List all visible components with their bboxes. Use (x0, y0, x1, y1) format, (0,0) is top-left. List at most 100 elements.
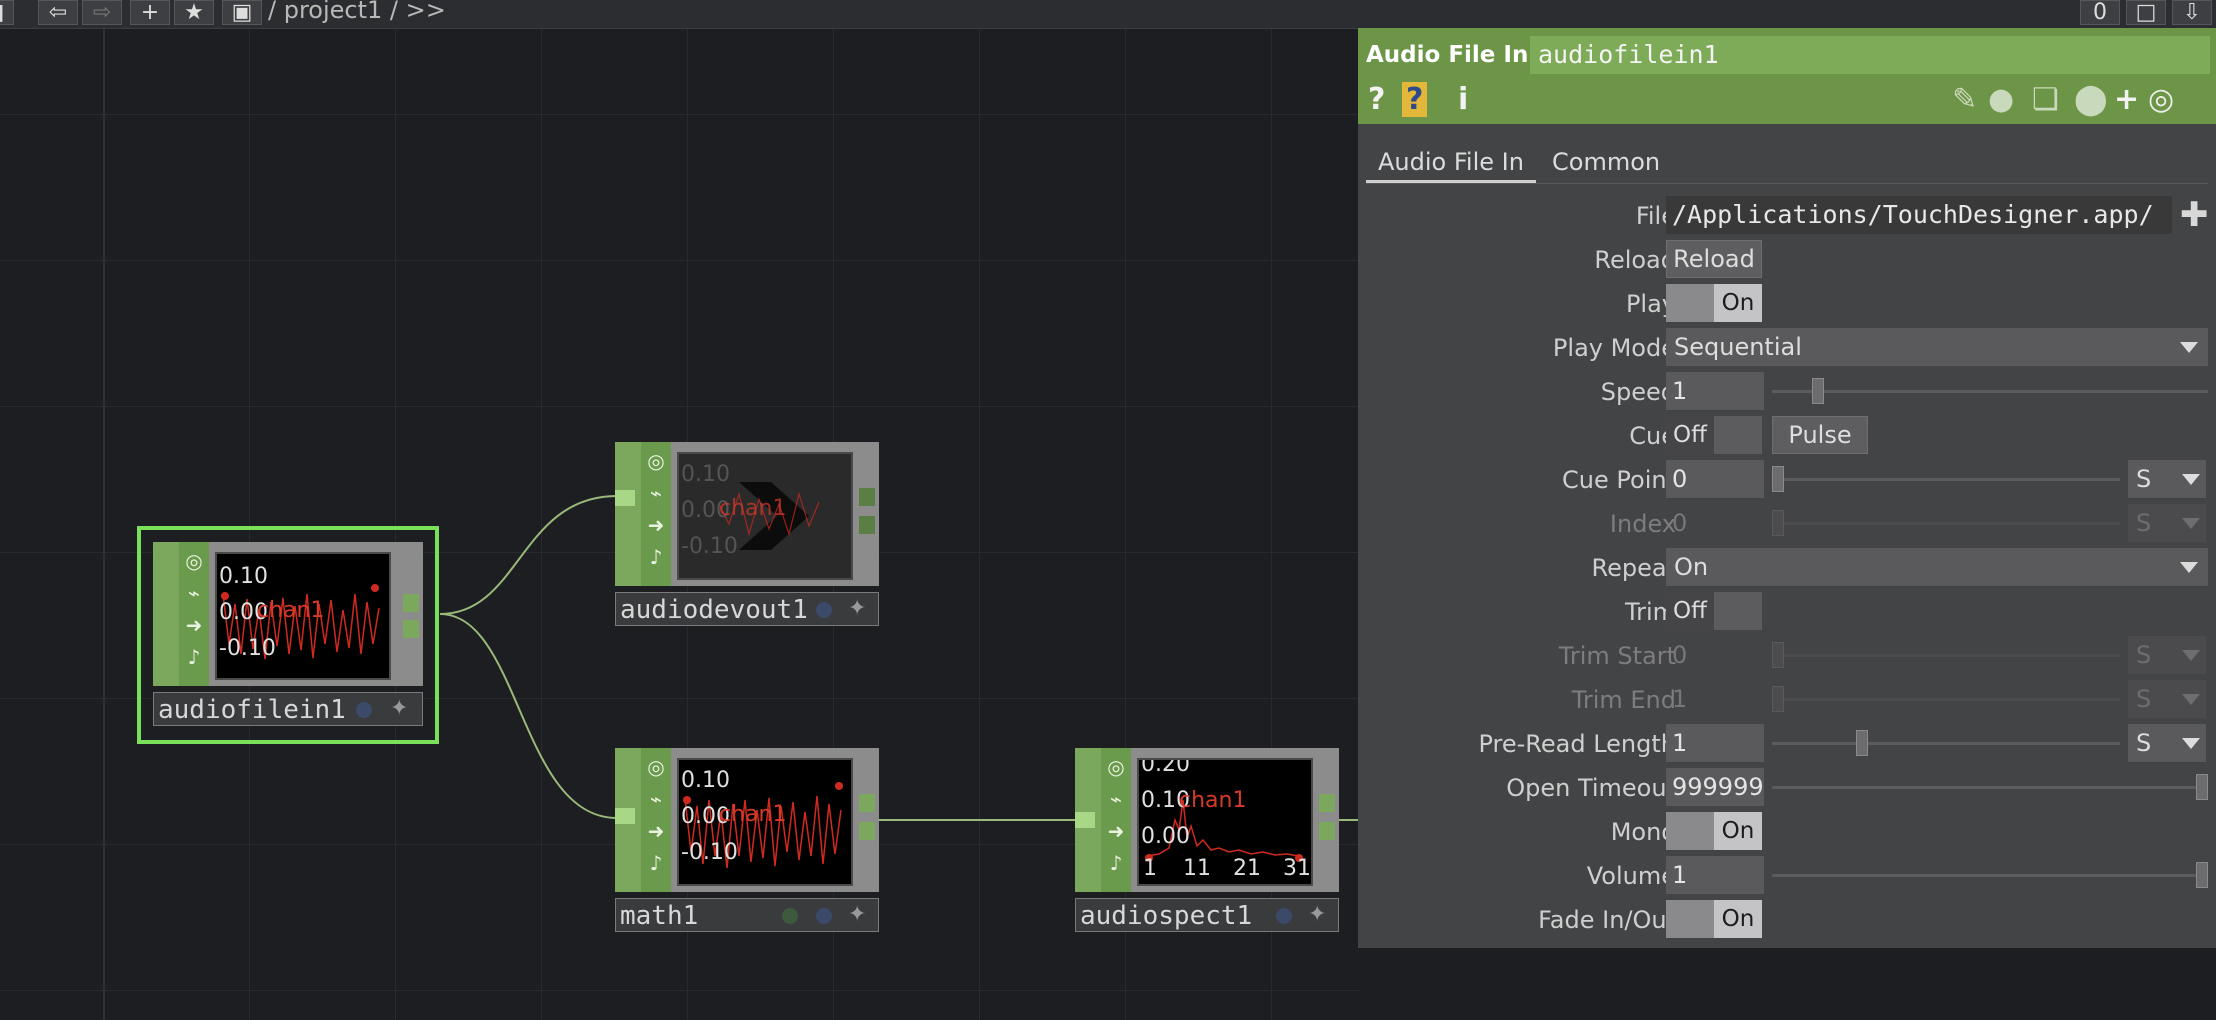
cue-point-field[interactable]: 0 (1666, 460, 1764, 498)
output-connector[interactable] (1319, 822, 1335, 840)
play-mode-menu[interactable]: Sequential (1666, 328, 2208, 366)
x-tick-label: 31 (1283, 856, 1311, 881)
pre-read-slider-track[interactable] (1772, 742, 2120, 745)
file-field[interactable]: /Applications/TouchDesigner.app/ (1666, 196, 2172, 234)
input-connector[interactable] (615, 490, 635, 506)
repeat-menu[interactable]: On (1666, 548, 2208, 586)
speed-field[interactable]: 1 (1666, 372, 1764, 410)
lock-flag-icon[interactable]: ⌁ (179, 578, 209, 608)
input-connector[interactable] (1075, 812, 1095, 828)
node-math[interactable]: ◎ ⌁ ➜ ♪ 0.10 0.00 chan1 -0.10 math1 ✦ (615, 748, 879, 932)
python-help-icon[interactable]: ? (1402, 82, 1428, 117)
output-connector[interactable] (859, 488, 875, 506)
python-icon[interactable]: ⬤ (2074, 82, 2108, 117)
cue-toggle[interactable]: Off (1666, 416, 1762, 454)
output-connector[interactable] (403, 620, 419, 638)
open-timeout-slider-track[interactable] (1772, 786, 2208, 789)
output-connector[interactable] (859, 516, 875, 534)
node-namebar[interactable]: audiospect1 ✦ (1075, 898, 1339, 932)
param-label: Repeat (1591, 554, 1676, 582)
reload-button[interactable]: Reload (1666, 240, 1762, 278)
comment-icon[interactable]: ● (1988, 82, 2014, 117)
info-icon[interactable]: i (1458, 82, 1468, 117)
pre-read-slider-handle[interactable] (1856, 730, 1868, 756)
input-connector[interactable] (615, 808, 635, 824)
node-audiofilein[interactable]: ◎ ⌁ ➜ ♪ 0.10 0.00 chan1 -0.10 audiofilei… (153, 542, 423, 726)
speed-slider-handle[interactable] (1812, 378, 1824, 404)
pre-read-length-field[interactable]: 1 (1666, 724, 1764, 762)
fade-toggle[interactable]: On (1666, 900, 1762, 938)
node-status-dot (816, 908, 832, 924)
node-audiodevout[interactable]: ◎ ⌁ ➜ ♪ 0.10 0.00 chan1 -0.10 audiodevou… (615, 442, 879, 626)
node-namebar[interactable]: audiofilein1 ✦ (153, 692, 423, 726)
lock-flag-icon[interactable]: ⌁ (1101, 784, 1131, 814)
open-timeout-field[interactable]: 999999 (1666, 768, 1764, 806)
file-browse-icon[interactable]: ✚ (2180, 196, 2209, 234)
node-name[interactable]: audiofilein1 (158, 695, 346, 725)
cue-point-unit-menu[interactable]: S (2128, 460, 2206, 498)
mono-toggle[interactable]: On (1666, 812, 1762, 850)
window-button[interactable]: □ (2126, 0, 2166, 25)
volume-slider-track[interactable] (1772, 874, 2208, 877)
node-pin-icon[interactable]: ✦ (390, 696, 408, 721)
play-toggle[interactable]: On (1666, 284, 1762, 322)
output-connector[interactable] (1319, 794, 1335, 812)
output-connector[interactable] (859, 822, 875, 840)
counter-button[interactable]: 0 (2080, 0, 2120, 25)
help-icon[interactable]: ? (1368, 82, 1385, 117)
pulse-button[interactable]: Pulse (1772, 416, 1868, 454)
param-row-cue: Cue Off Pulse (1358, 416, 2216, 460)
download-button[interactable]: ⇩ (2172, 0, 2212, 25)
lock-flag-icon[interactable]: ⌁ (641, 478, 671, 508)
cue-point-slider-track[interactable] (1772, 478, 2120, 481)
unit-value: S (2136, 729, 2152, 757)
cook-flag-icon[interactable]: ♪ (179, 642, 209, 672)
speed-slider-track[interactable] (1772, 390, 2208, 393)
node-name[interactable]: math1 (620, 901, 698, 931)
pre-read-unit-menu[interactable]: S (2128, 724, 2206, 762)
bypass-flag-icon[interactable]: ➜ (179, 610, 209, 640)
node-audiospect[interactable]: ◎ ⌁ ➜ ♪ 0.20 0.10 chan1 0.00 1 11 21 31 … (1075, 748, 1339, 932)
node-pin-icon[interactable]: ✦ (848, 596, 866, 621)
unit-value: S (2136, 465, 2152, 493)
index-slider-track (1772, 522, 2120, 525)
tab-audio-file-in[interactable]: Audio File In (1378, 148, 1524, 176)
node-name[interactable]: audiospect1 (1080, 901, 1252, 931)
edit-icon[interactable]: ✎ (1952, 82, 1977, 117)
add-icon[interactable]: + (2114, 82, 2139, 117)
index-slider-handle (1772, 510, 1784, 536)
bypass-flag-icon[interactable]: ➜ (641, 816, 671, 846)
open-timeout-slider-handle[interactable] (2196, 774, 2208, 800)
viewer-flag-icon[interactable]: ◎ (641, 752, 671, 782)
node-pin-icon[interactable]: ✦ (848, 902, 866, 927)
trim-start-slider-track (1772, 654, 2120, 657)
param-label: Reload (1594, 246, 1676, 274)
node-namebar[interactable]: audiodevout1 ✦ (615, 592, 879, 626)
operator-name-field[interactable]: audiofilein1 (1530, 36, 2210, 74)
clone-icon[interactable]: ❏ (2032, 82, 2059, 117)
bypass-flag-icon[interactable]: ➜ (641, 510, 671, 540)
cook-flag-icon[interactable]: ♪ (1101, 848, 1131, 878)
target-icon[interactable]: ◎ (2148, 82, 2174, 117)
trim-toggle[interactable]: Off (1666, 592, 1762, 630)
cook-flag-icon[interactable]: ♪ (641, 848, 671, 878)
chevron-down-icon (2180, 562, 2198, 573)
volume-field[interactable]: 1 (1666, 856, 1764, 894)
volume-slider-handle[interactable] (2196, 862, 2208, 888)
panel-header: Audio File In audiofilein1 ? ? i ✎ ● ❏ ⬤… (1358, 28, 2216, 124)
viewer-flag-icon[interactable]: ◎ (179, 546, 209, 576)
node-pin-icon[interactable]: ✦ (1308, 902, 1326, 927)
channel-label: chan1 (1179, 788, 1247, 813)
cook-flag-icon[interactable]: ♪ (641, 542, 671, 572)
output-connector[interactable] (859, 794, 875, 812)
cue-point-slider-handle[interactable] (1772, 466, 1784, 492)
node-name[interactable]: audiodevout1 (620, 595, 808, 625)
tab-common[interactable]: Common (1552, 148, 1660, 176)
node-namebar[interactable]: math1 ✦ (615, 898, 879, 932)
bypass-flag-icon[interactable]: ➜ (1101, 816, 1131, 846)
output-connector[interactable] (403, 594, 419, 612)
param-row-fade: Fade In/Out On (1358, 900, 2216, 944)
lock-flag-icon[interactable]: ⌁ (641, 784, 671, 814)
viewer-flag-icon[interactable]: ◎ (641, 446, 671, 476)
viewer-flag-icon[interactable]: ◎ (1101, 752, 1131, 782)
